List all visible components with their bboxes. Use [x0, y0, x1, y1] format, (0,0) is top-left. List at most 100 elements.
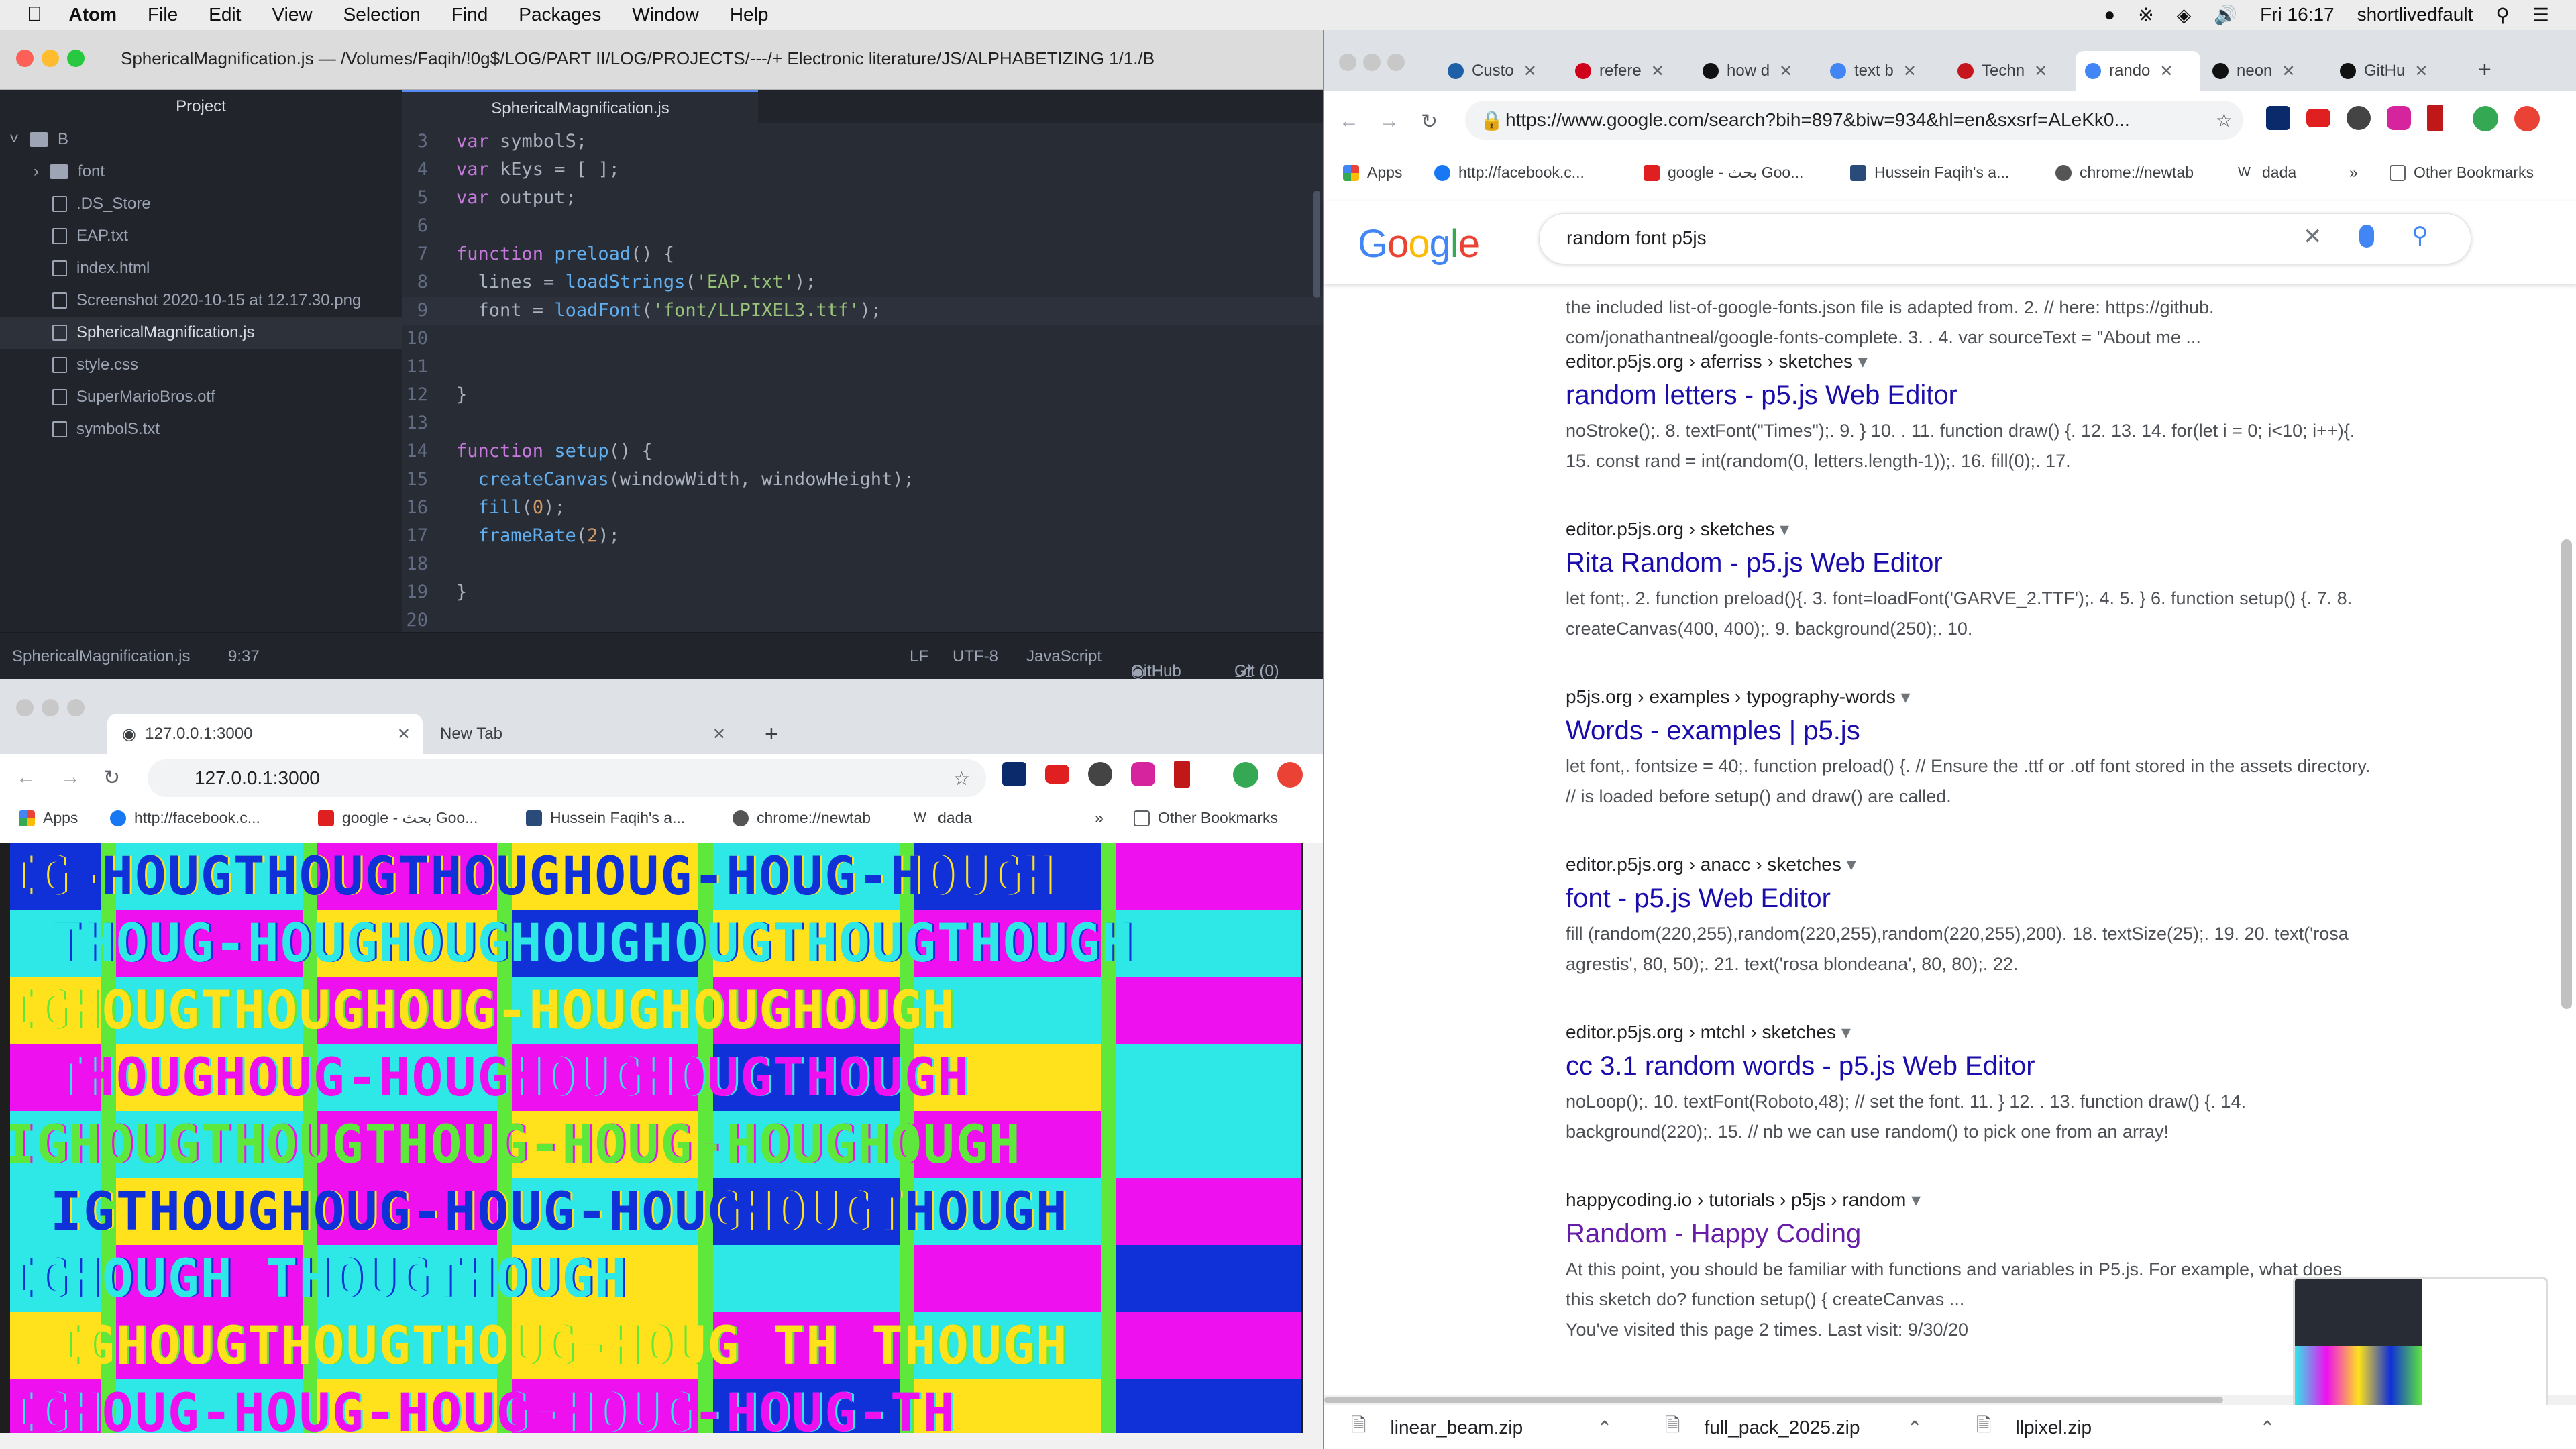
result-cite[interactable]: happycoding.io › tutorials › p5js › rand…	[1566, 1189, 2371, 1211]
code-line[interactable]: 17 frameRate(2);	[402, 522, 1323, 550]
chevron-up-icon[interactable]: ⌃	[1907, 1417, 1922, 1439]
tree-item[interactable]: Screenshot 2020-10-15 at 12.17.30.png	[0, 284, 402, 317]
menu-find[interactable]: Find	[451, 4, 488, 25]
tab-localhost[interactable]: ◉ 127.0.0.1:3000 ✕	[107, 714, 423, 754]
zoom-window-button[interactable]	[1387, 54, 1405, 71]
bookmarks-overflow-icon[interactable]: »	[1095, 809, 1104, 827]
status-line-ending[interactable]: LF	[910, 647, 928, 666]
bookmark-hussein[interactable]: Hussein Faqih's a...	[526, 809, 685, 827]
tree-item[interactable]: ˅ B	[0, 123, 402, 156]
code-editor[interactable]: SphericalMagnification.js 3 var symbolS; 4…	[402, 90, 1323, 659]
sketch-horizontal-scrollbar[interactable]	[0, 1433, 1323, 1449]
volume-icon[interactable]: 🔊	[2214, 4, 2237, 26]
result-menu-icon[interactable]: ▾	[1774, 519, 1789, 539]
menu-packages[interactable]: Packages	[519, 4, 601, 25]
tree-item[interactable]: SuperMarioBros.otf	[0, 381, 402, 413]
result-cite[interactable]: p5js.org › examples › typography-words ▾	[1566, 686, 2371, 708]
close-window-button[interactable]	[16, 699, 34, 716]
result-menu-icon[interactable]: ▾	[1896, 686, 1911, 707]
control-center-icon[interactable]: ☰	[2532, 4, 2549, 26]
new-tab-button[interactable]: +	[2478, 50, 2491, 90]
sketch-scrollbar[interactable]	[1303, 843, 1323, 1433]
result-title-link[interactable]: Words - examples | p5.js	[1566, 716, 2371, 746]
screenshot-thumbnail[interactable]	[2293, 1277, 2548, 1409]
close-tab-icon[interactable]: ✕	[2034, 62, 2047, 81]
result-menu-icon[interactable]: ▾	[1853, 351, 1868, 372]
download-item-1[interactable]: 🗎 linear_beam.zip ⌃	[1351, 1411, 1613, 1444]
code-line[interactable]: 14 function setup() {	[402, 437, 1323, 466]
result-title-link[interactable]: cc 3.1 random words - p5.js Web Editor	[1566, 1051, 2371, 1081]
code-line[interactable]: 5 var output;	[402, 184, 1323, 212]
chevron-up-icon[interactable]: ⌃	[2259, 1417, 2275, 1439]
user-name[interactable]: shortlivedfault	[2357, 4, 2473, 25]
search-box[interactable]: random font p5js ✕ ⚲	[1539, 213, 2471, 264]
reload-button[interactable]: ↻	[103, 766, 120, 790]
close-window-button[interactable]	[1339, 54, 1356, 71]
creative-cloud-icon[interactable]: ●	[2104, 4, 2115, 25]
avatar[interactable]	[1233, 762, 1258, 788]
other-bookmarks[interactable]: Other Bookmarks	[1134, 809, 1278, 827]
spotlight-search-icon[interactable]: ⚲	[2496, 4, 2510, 26]
menu-file[interactable]: File	[148, 4, 178, 25]
bookmark-facebook[interactable]: http://facebook.c...	[1434, 164, 1585, 182]
chevron-down-icon[interactable]: ˅	[9, 123, 19, 156]
menu-window[interactable]: Window	[632, 4, 699, 25]
result-title-link[interactable]: random letters - p5.js Web Editor	[1566, 380, 2371, 411]
code-line[interactable]: 3 var symbolS;	[402, 127, 1323, 156]
close-tab-icon[interactable]: ✕	[1651, 62, 1664, 81]
result-title-link[interactable]: Rita Random - p5.js Web Editor	[1566, 548, 2371, 578]
zoom-window-button[interactable]	[67, 50, 85, 67]
extension-icon-1[interactable]	[2266, 106, 2290, 130]
close-tab-icon[interactable]: ✕	[1903, 62, 1917, 81]
close-window-button[interactable]	[16, 50, 34, 67]
chevron-up-icon[interactable]: ⌃	[1597, 1417, 1612, 1439]
extension-icon-2[interactable]	[2347, 106, 2371, 130]
avatar[interactable]	[2473, 106, 2498, 131]
close-tab-icon[interactable]: ✕	[2282, 62, 2295, 81]
bookmark-star-icon[interactable]: ☆	[2216, 109, 2233, 131]
browser-tab[interactable]: Techn ✕	[1948, 51, 2073, 91]
download-item-2[interactable]: 🗎 full_pack_2025.zip ⌃	[1665, 1411, 1923, 1444]
forward-button[interactable]: →	[60, 766, 80, 789]
code-line[interactable]: 18	[402, 550, 1323, 578]
menu-help[interactable]: Help	[730, 4, 769, 25]
bookmark-dada[interactable]: Wdada	[914, 809, 972, 827]
bookmark-apps[interactable]: Apps	[19, 809, 78, 827]
instagram-icon[interactable]	[1131, 762, 1155, 786]
address-bar[interactable]: 🔒 https://www.google.com/search?bih=897&…	[1465, 101, 2243, 140]
browser-tab[interactable]: neon ✕	[2203, 51, 2328, 91]
status-encoding[interactable]: UTF-8	[953, 647, 998, 666]
back-button[interactable]: ←	[16, 766, 36, 789]
code-line[interactable]: 20	[402, 606, 1323, 635]
youtube-icon[interactable]	[1045, 765, 1069, 784]
code-line[interactable]: 11	[402, 353, 1323, 381]
menu-view[interactable]: View	[272, 4, 312, 25]
result-title-link[interactable]: Random - Happy Coding	[1566, 1219, 2371, 1249]
close-tab-icon[interactable]: ✕	[712, 724, 726, 744]
bookmark-dada[interactable]: Wdada	[2238, 164, 2296, 182]
download-item-3[interactable]: 🗎 llpixel.zip ⌃	[1976, 1411, 2275, 1444]
instagram-icon[interactable]	[2387, 106, 2411, 130]
code-line[interactable]: 19}	[402, 578, 1323, 606]
minimize-window-button[interactable]	[42, 50, 59, 67]
code-line[interactable]: 7 function preload() {	[402, 240, 1323, 268]
extension-icon-1[interactable]	[1002, 762, 1026, 786]
bookmark-apps[interactable]: Apps	[1343, 164, 1402, 182]
tree-item[interactable]: › font	[0, 156, 402, 188]
extension-icon-3[interactable]	[2427, 105, 2443, 131]
back-button[interactable]: ←	[1339, 110, 1359, 133]
code-line[interactable]: 15 createCanvas(windowWidth, windowHeigh…	[402, 466, 1323, 494]
tab-new[interactable]: New Tab ✕	[429, 714, 738, 754]
tree-item[interactable]: EAP.txt	[0, 220, 402, 252]
youtube-icon[interactable]	[2306, 109, 2330, 127]
result-cite[interactable]: editor.p5js.org › mtchl › sketches ▾	[1566, 1021, 2371, 1043]
result-menu-icon[interactable]: ▾	[1841, 854, 1856, 875]
code-line[interactable]: 6	[402, 212, 1323, 240]
extension-icon-3[interactable]	[1174, 761, 1190, 788]
code-line[interactable]: 12}	[402, 381, 1323, 409]
browser-tab[interactable]: Custo ✕	[1438, 51, 1563, 91]
p5-sketch-canvas[interactable]: IG-HOUGTHOUGTHOUGHOUG-HOUG-HOUGH THOUG-HO…	[10, 843, 1301, 1433]
bookmarks-overflow-icon[interactable]: »	[2349, 164, 2358, 182]
voice-search-icon[interactable]	[2359, 225, 2374, 248]
menu-edit[interactable]: Edit	[209, 4, 241, 25]
